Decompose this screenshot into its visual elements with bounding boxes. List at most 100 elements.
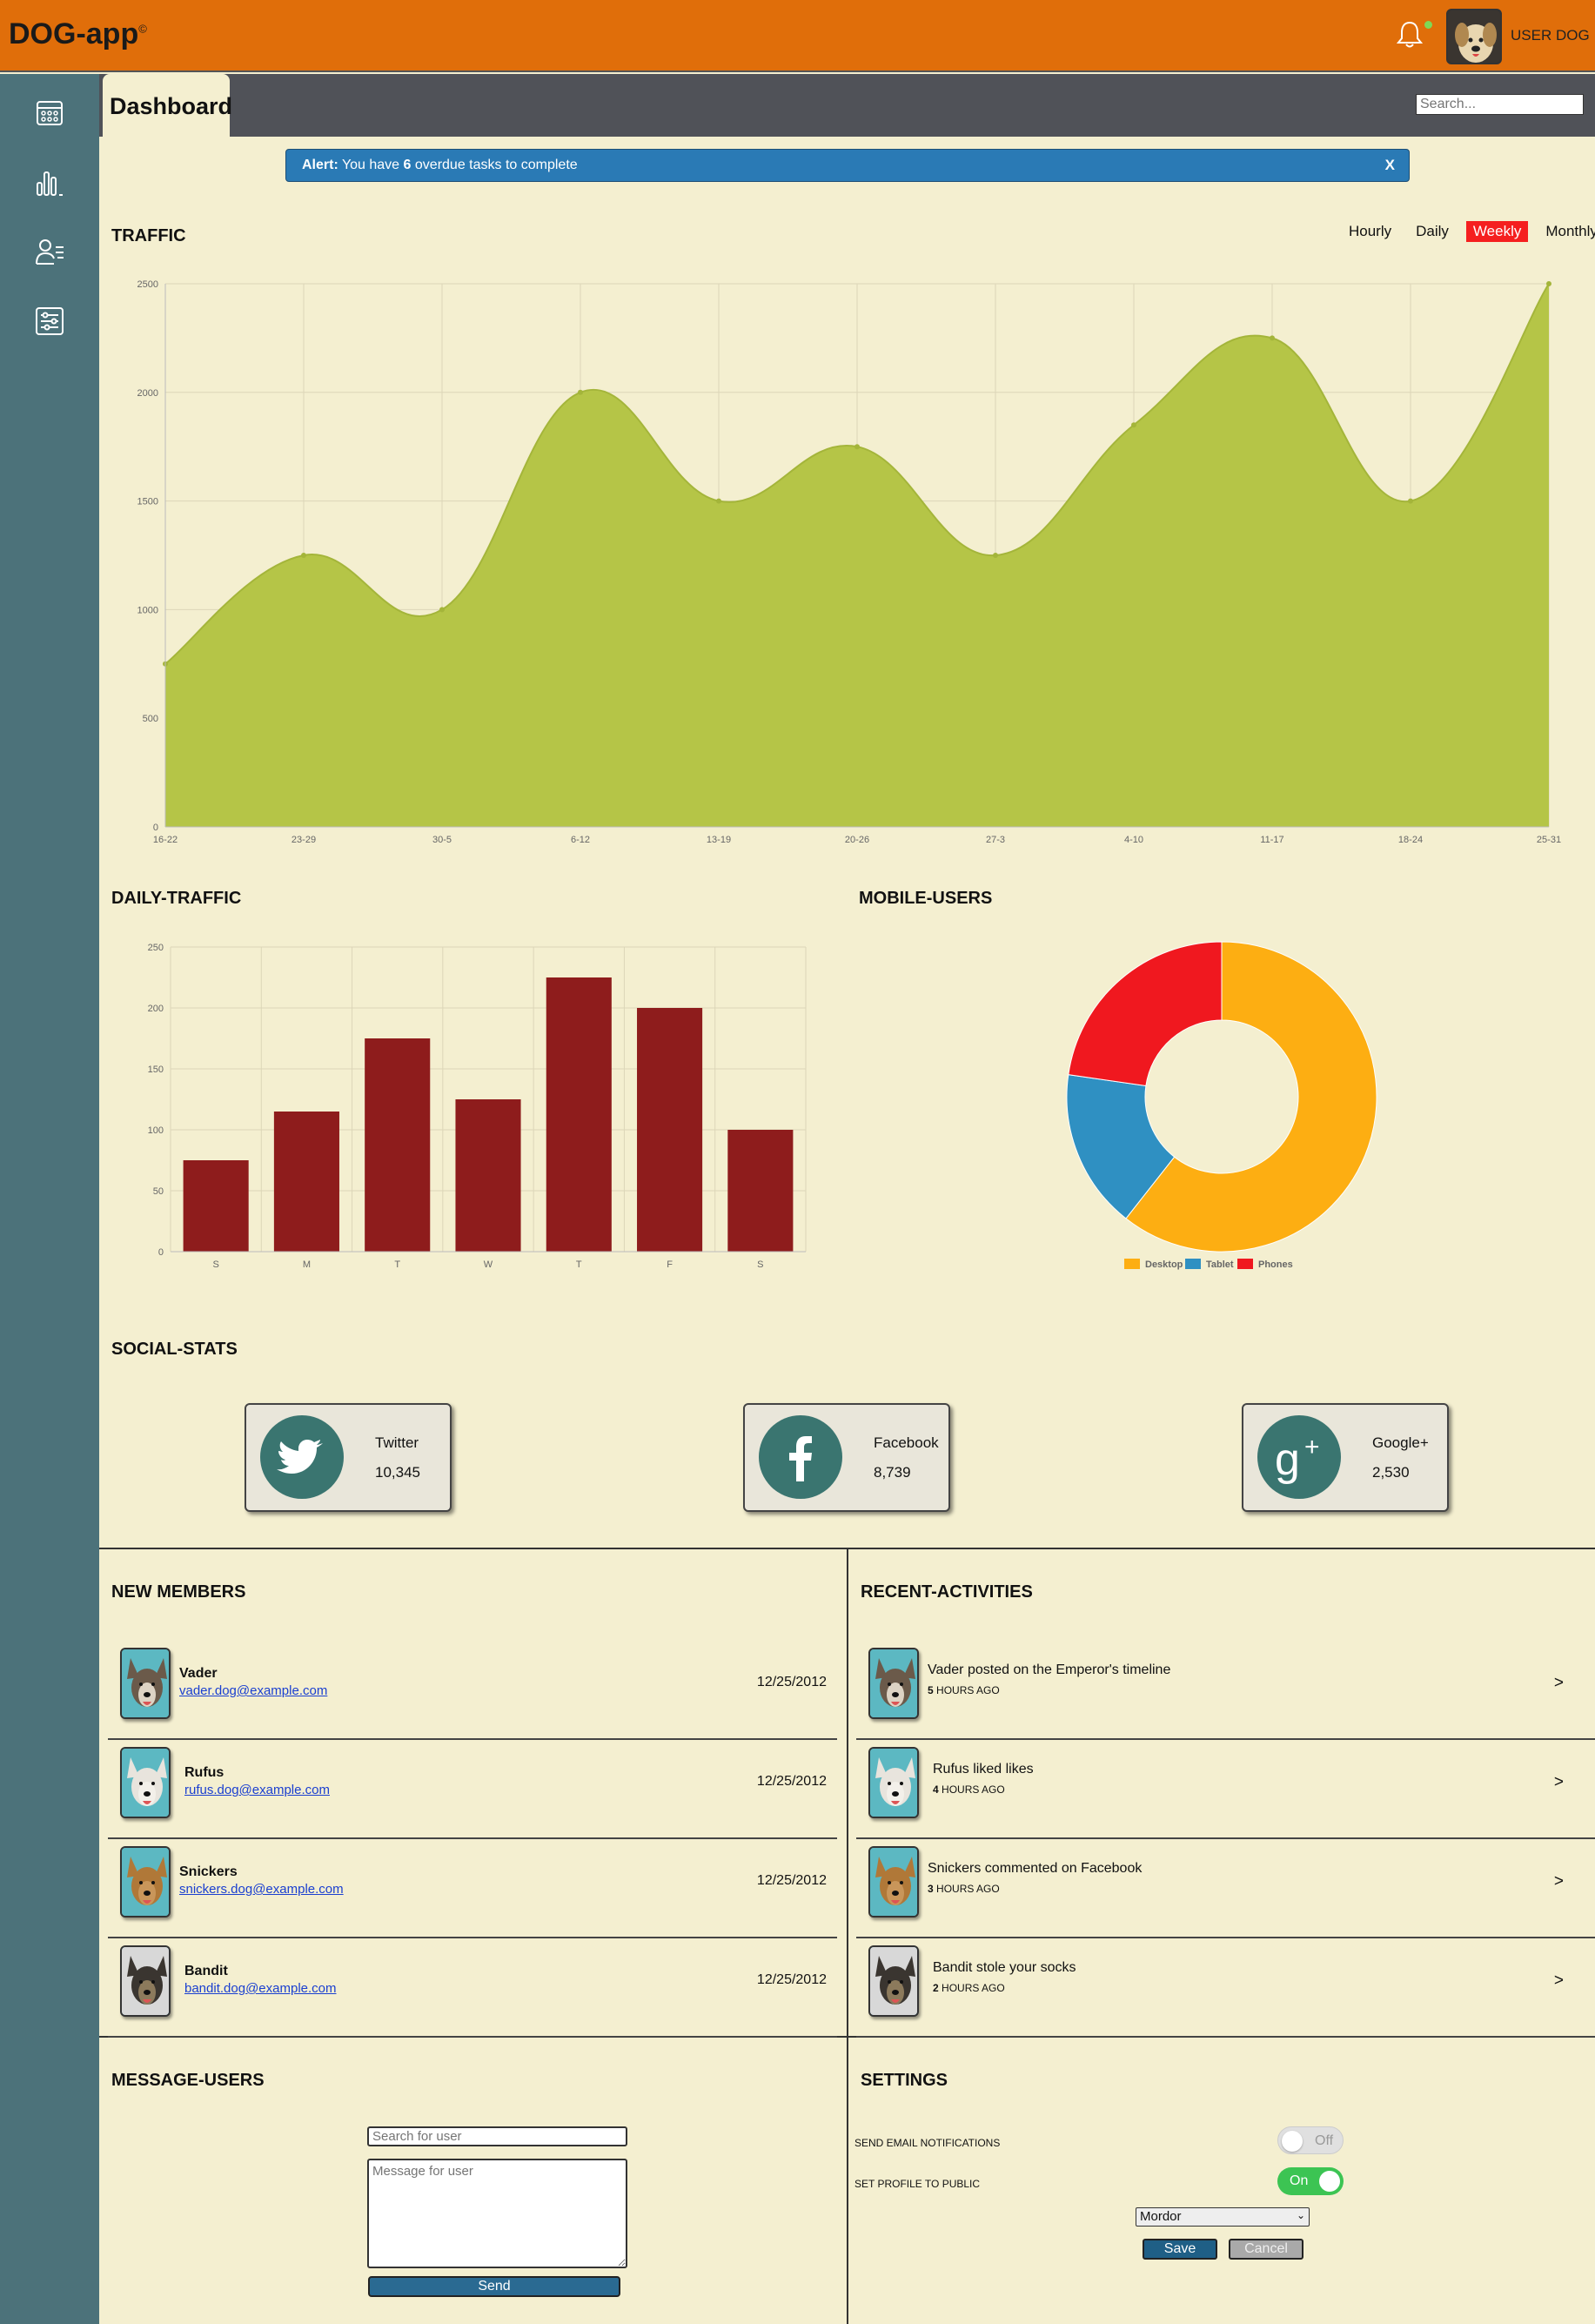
data-point: [301, 553, 306, 558]
social-card-facebook[interactable]: Facebook 8,739: [743, 1403, 950, 1512]
x-tick-label: W: [484, 1259, 493, 1270]
x-tick-label: 25-31: [1537, 835, 1561, 845]
tab-weekly[interactable]: Weekly: [1465, 221, 1529, 242]
activity-time-unit: HOURS AGO: [936, 1883, 1000, 1895]
column-divider: [847, 1548, 848, 2324]
avatar[interactable]: [1446, 9, 1502, 64]
chevron-right-icon[interactable]: >: [1554, 1971, 1564, 1991]
chevron-right-icon[interactable]: >: [1554, 1674, 1564, 1693]
user-name[interactable]: USER DOG: [1511, 27, 1590, 44]
member-email-link[interactable]: bandit.dog@example.com: [184, 1981, 337, 1996]
social-stats-title: SOCIAL-STATS: [111, 1340, 238, 1359]
social-name-twitter: Twitter: [375, 1434, 419, 1451]
member-join-date: 12/25/2012: [756, 1873, 827, 1888]
activity-item[interactable]: Snickers commented on Facebook 3 HOURS AG…: [856, 1839, 1595, 1938]
notification-dot: [1424, 21, 1432, 29]
recent-activities-title: RECENT-ACTIVITIES: [861, 1582, 1033, 1602]
avatar: [868, 1648, 919, 1719]
users-list-icon[interactable]: [33, 235, 66, 268]
x-tick-label: 13-19: [707, 835, 731, 845]
data-point: [854, 444, 860, 450]
social-card-twitter[interactable]: Twitter 10,345: [245, 1403, 452, 1512]
calendar-icon[interactable]: [33, 96, 66, 129]
data-point: [439, 607, 445, 613]
alert-count: 6: [403, 158, 412, 172]
activity-time-unit: HOURS AGO: [936, 1684, 1000, 1696]
avatar: [120, 1846, 171, 1918]
member-email-link[interactable]: vader.dog@example.com: [179, 1683, 327, 1698]
activity-item[interactable]: Vader posted on the Emperor's timeline 5 …: [856, 1641, 1595, 1740]
save-button[interactable]: Save: [1143, 2239, 1217, 2260]
legend-swatch: [1185, 1259, 1201, 1269]
x-tick-label: 4-10: [1124, 835, 1143, 845]
y-tick-label: 0: [158, 1247, 164, 1258]
traffic-range-tabs: Hourly Daily Weekly Monthly: [1331, 221, 1595, 242]
activity-time: 5 HOURS AGO: [928, 1684, 1000, 1696]
send-button[interactable]: Send: [368, 2276, 620, 2297]
x-tick-label: F: [667, 1259, 673, 1270]
alert-text-before: You have: [341, 158, 400, 172]
member-email-link[interactable]: snickers.dog@example.com: [179, 1882, 344, 1897]
list-item[interactable]: Bandit bandit.dog@example.com 12/25/2012: [108, 1938, 837, 2038]
social-name-facebook: Facebook: [874, 1434, 939, 1451]
y-tick-label: 1500: [137, 497, 158, 507]
app-logo[interactable]: DOG-app©: [9, 17, 147, 51]
user-search-input[interactable]: [367, 2126, 627, 2146]
data-point: [1408, 498, 1413, 504]
email-notifications-toggle[interactable]: Off: [1277, 2126, 1344, 2154]
activity-time: 3 HOURS AGO: [928, 1883, 1000, 1895]
data-point: [1270, 335, 1275, 341]
chevron-right-icon[interactable]: >: [1554, 1872, 1564, 1891]
y-tick-label: 50: [153, 1186, 164, 1197]
search-input[interactable]: [1416, 94, 1584, 115]
member-join-date: 12/25/2012: [756, 1972, 827, 1987]
member-join-date: 12/25/2012: [756, 1774, 827, 1789]
list-item[interactable]: Snickers snickers.dog@example.com 12/25/20…: [108, 1839, 837, 1938]
bell-icon[interactable]: [1392, 17, 1427, 52]
bar: [727, 1130, 794, 1252]
y-tick-label: 100: [148, 1125, 164, 1136]
tab-monthly[interactable]: Monthly: [1538, 221, 1595, 242]
tab-dashboard[interactable]: Dashboard: [103, 74, 232, 137]
settings-sliders-icon[interactable]: [33, 305, 66, 338]
chevron-down-icon: ⌄: [1296, 2209, 1305, 2221]
cancel-button[interactable]: Cancel: [1229, 2239, 1303, 2260]
x-tick-label: M: [303, 1259, 311, 1270]
activity-item[interactable]: Bandit stole your socks 2 HOURS AGO >: [856, 1938, 1595, 2038]
top-bar: DOG-app© USER DOG: [0, 0, 1595, 72]
social-count-twitter: 10,345: [375, 1464, 420, 1481]
public-profile-toggle[interactable]: On: [1277, 2167, 1344, 2195]
avatar: [868, 1945, 919, 2017]
timezone-select[interactable]: Mordor ⌄: [1136, 2207, 1310, 2227]
bar: [546, 977, 612, 1252]
tab-hourly[interactable]: Hourly: [1342, 221, 1398, 242]
member-name: Bandit: [184, 1964, 228, 1978]
tab-daily[interactable]: Daily: [1409, 221, 1456, 242]
y-tick-label: 150: [148, 1065, 164, 1075]
activity-text: Rufus liked likes: [933, 1762, 1034, 1777]
activity-text: Snickers commented on Facebook: [928, 1861, 1143, 1876]
activity-item[interactable]: Rufus liked likes 4 HOURS AGO >: [856, 1740, 1595, 1839]
x-tick-label: 23-29: [292, 835, 316, 845]
svg-text:g: g: [1275, 1434, 1300, 1485]
social-card-google-plus[interactable]: g + Google+ 2,530: [1242, 1403, 1449, 1512]
bar-chart-icon[interactable]: [33, 165, 66, 198]
legend-label: Desktop: [1145, 1259, 1183, 1270]
chevron-right-icon[interactable]: >: [1554, 1773, 1564, 1792]
y-tick-label: 500: [143, 714, 158, 724]
social-count-google-plus: 2,530: [1372, 1464, 1410, 1481]
y-tick-label: 2500: [137, 279, 158, 290]
alert-close-button[interactable]: X: [1385, 157, 1395, 174]
x-tick-label: 27-3: [986, 835, 1005, 845]
member-email-link[interactable]: rufus.dog@example.com: [184, 1783, 330, 1797]
message-textarea[interactable]: [367, 2159, 627, 2268]
avatar: [120, 1648, 171, 1719]
y-tick-label: 200: [148, 1004, 164, 1014]
new-members-title: NEW MEMBERS: [111, 1582, 246, 1602]
svg-text:+: +: [1304, 1433, 1320, 1461]
x-tick-label: T: [576, 1259, 582, 1270]
list-item[interactable]: Rufus rufus.dog@example.com 12/25/2012: [108, 1740, 837, 1839]
activity-time: 4 HOURS AGO: [933, 1783, 1005, 1796]
activity-time-number: 3: [928, 1883, 934, 1895]
list-item[interactable]: Vader vader.dog@example.com 12/25/2012: [108, 1641, 837, 1740]
